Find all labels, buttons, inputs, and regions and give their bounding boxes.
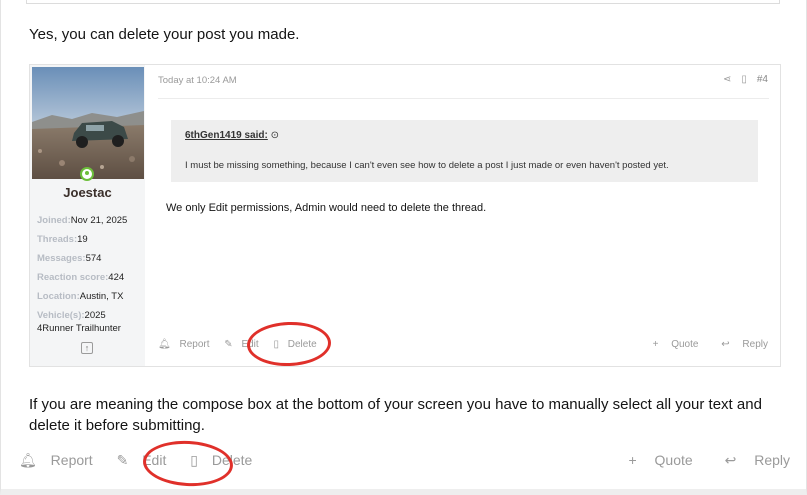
post-actions-right: + Quote ↩ Reply xyxy=(643,339,768,350)
quote-button[interactable]: + Quote xyxy=(628,452,692,468)
online-status-icon xyxy=(80,167,94,181)
reply-link[interactable]: ↩ Reply xyxy=(711,339,768,350)
annotation-circle xyxy=(141,438,235,489)
post-body-text: If you are meaning the compose box at th… xyxy=(29,396,762,434)
pencil-icon: ✎ xyxy=(116,452,129,468)
stat-vehicle: Vehicle(s):2025 xyxy=(37,310,106,321)
share-icon[interactable]: ⋖ xyxy=(723,74,731,85)
reply-icon: ↩ xyxy=(721,339,730,350)
stat-threads: Threads:19 xyxy=(37,234,88,245)
post-body: We only Edit permissions, Admin would ne… xyxy=(166,202,487,214)
share-box-icon[interactable]: ↑ xyxy=(81,342,93,354)
report-link[interactable]: 🔔︎ Report xyxy=(158,339,216,350)
actions-right: + Quote ↩ Reply xyxy=(614,452,790,469)
quote-text: I must be missing something, because I c… xyxy=(185,160,669,171)
stat-vehicle-model: 4Runner Trailhunter xyxy=(37,323,121,334)
intro-text: Yes, you can delete your post you made. xyxy=(29,26,300,43)
stat-messages: Messages:574 xyxy=(37,253,102,264)
previous-block-edge xyxy=(26,0,780,4)
pencil-icon: ✎ xyxy=(224,339,233,350)
bell-icon: 🔔︎ xyxy=(19,452,37,468)
post-number[interactable]: #4 xyxy=(757,74,768,85)
post-date[interactable]: Today at 10:24 AM xyxy=(158,75,237,86)
bookmark-icon[interactable]: ▯ xyxy=(741,74,747,85)
avatar xyxy=(32,67,144,179)
divider xyxy=(158,98,769,99)
post-container: Yes, you can delete your post you made. xyxy=(0,0,807,495)
stat-joined: Joined:Nov 21, 2025 xyxy=(37,215,128,226)
post-tools: ⋖ ▯ #4 xyxy=(713,74,768,85)
username[interactable]: Joestac xyxy=(30,185,145,200)
bell-icon: 🔔︎ xyxy=(158,339,171,350)
quote-link[interactable]: + Quote xyxy=(653,339,699,350)
embedded-post-screenshot: Joestac Joined:Nov 21, 2025 Threads:19 M… xyxy=(29,64,781,367)
stat-reaction-score: Reaction score:424 xyxy=(37,272,125,283)
stat-location: Location:Austin, TX xyxy=(37,291,124,302)
quote-block: 6thGen1419 said: ⊙ I must be missing som… xyxy=(171,120,758,182)
report-button[interactable]: 🔔︎ Report xyxy=(19,452,103,468)
reply-button[interactable]: ↩ Reply xyxy=(711,452,790,468)
reply-icon: ↩ xyxy=(724,452,737,468)
quote-author[interactable]: 6thGen1419 said: ⊙ xyxy=(185,130,279,141)
user-info-column: Joestac Joined:Nov 21, 2025 Threads:19 M… xyxy=(30,65,145,366)
arrow-up-circle-icon[interactable]: ⊙ xyxy=(271,130,279,141)
